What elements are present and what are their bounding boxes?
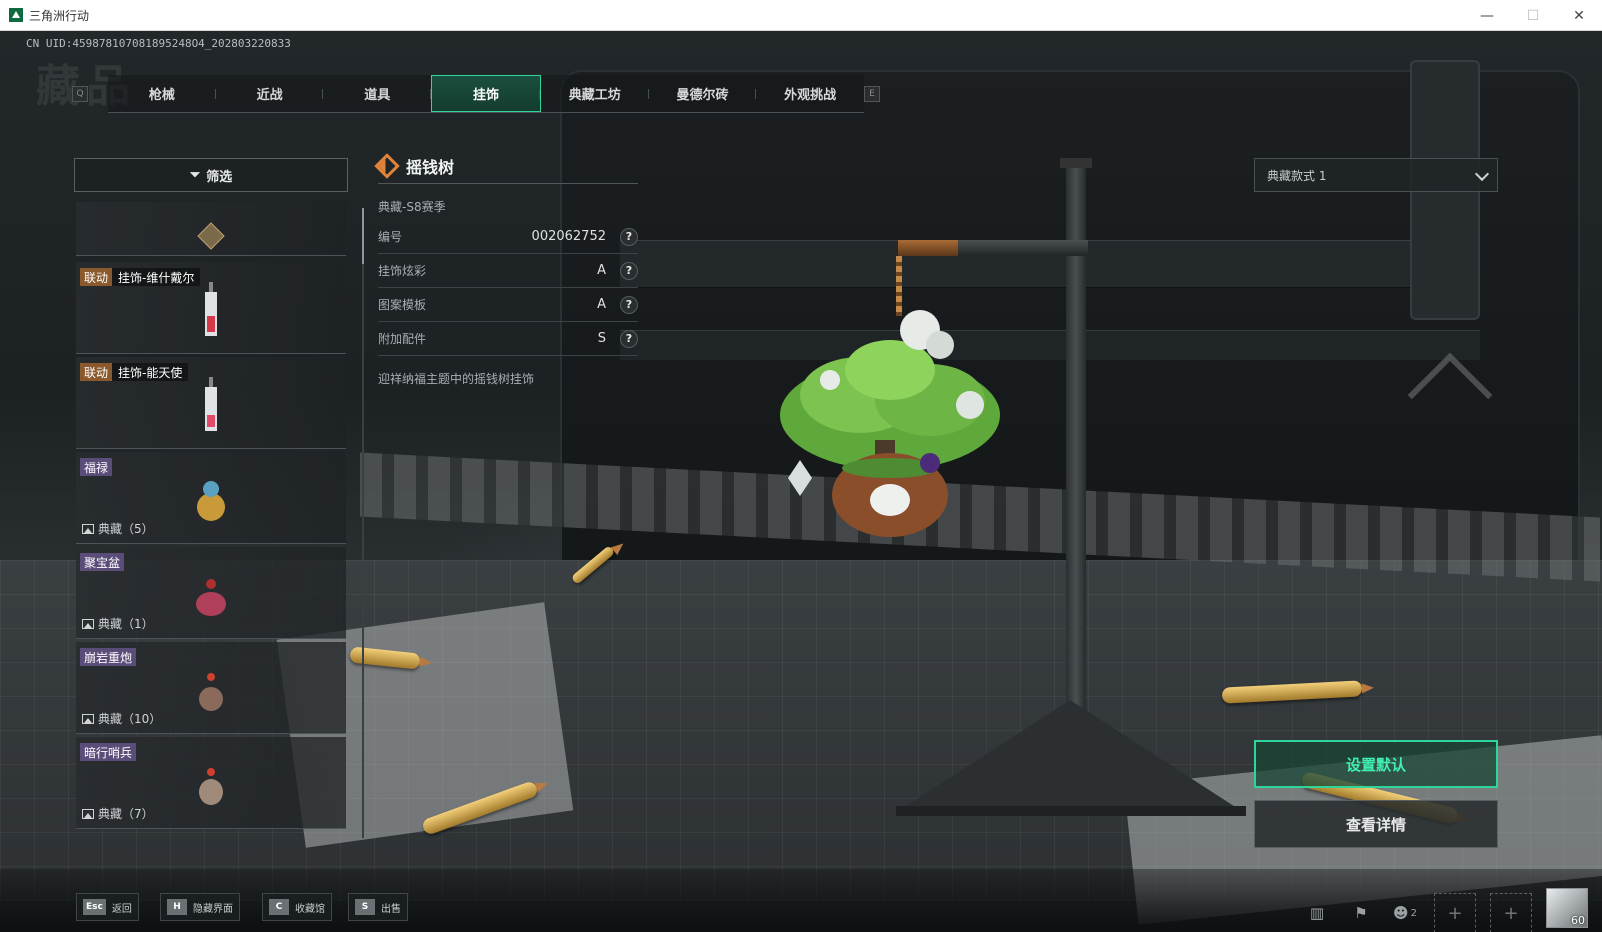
tab-melee[interactable]: 近战 xyxy=(216,75,324,112)
collab-tag: 联动 xyxy=(80,363,113,381)
charm-thumbnail xyxy=(194,375,228,435)
party-count: 2 xyxy=(1410,907,1417,919)
stats-icon[interactable]: ▥ xyxy=(1302,898,1332,928)
display-stand-base-edge xyxy=(896,806,1246,816)
collab-tag: 联动 xyxy=(80,268,113,286)
prev-tab-key[interactable]: Q xyxy=(72,86,88,102)
tab-mandel-bricks[interactable]: 曼德尔砖 xyxy=(649,75,757,112)
gallery-icon xyxy=(82,713,94,724)
list-item[interactable] xyxy=(76,202,346,256)
charm-name: 摇钱树 xyxy=(406,157,455,177)
flag-icon[interactable]: ⚑ xyxy=(1346,898,1376,928)
display-stand-cap xyxy=(1060,158,1092,168)
item-name: 挂饰-维什戴尔 xyxy=(112,268,201,286)
item-name: 挂饰-能天使 xyxy=(112,363,189,381)
prop-row-attachment: 附加配件 S ? xyxy=(378,322,638,356)
gallery-icon xyxy=(82,618,94,629)
item-tag: 聚宝盆 xyxy=(80,553,125,571)
keycap: H xyxy=(167,899,187,915)
collection-count: 典藏（10） xyxy=(82,710,161,727)
filter-icon: ⏷ xyxy=(189,167,201,183)
add-teammate-slot[interactable]: + xyxy=(1490,893,1532,932)
hint-hide-ui[interactable]: H 隐藏界面 xyxy=(160,893,240,921)
charm-list: 联动 挂饰-维什戴尔 联动 挂饰-能天使 福禄 典藏（5） 聚宝盆 典藏（1） xyxy=(76,202,346,842)
charm-thumbnail xyxy=(194,206,228,266)
style-dropdown-value: 典藏款式 1 xyxy=(1267,168,1327,183)
uid-text: CN UID:459878107081895248O4_202803220833 xyxy=(26,37,291,50)
keycap: C xyxy=(269,899,289,915)
window-titlebar: 三角洲行动 — ☐ ✕ xyxy=(0,0,1602,31)
list-item[interactable]: 崩岩重炮 典藏（10） xyxy=(76,642,346,734)
app-logo-icon xyxy=(9,8,23,22)
list-scrollbar-track[interactable] xyxy=(362,208,364,838)
charm-detail-panel: 摇钱树 典藏-S8赛季 编号 002062752 ? 挂饰炫彩 A ? 图案模板… xyxy=(374,148,638,387)
maximize-button[interactable]: ☐ xyxy=(1510,0,1556,31)
player-level: 60 xyxy=(1571,914,1585,927)
close-button[interactable]: ✕ xyxy=(1556,0,1602,31)
collection-count: 典藏（1） xyxy=(82,615,154,632)
help-icon[interactable]: ? xyxy=(620,227,638,246)
season-label: 典藏-S8赛季 xyxy=(378,200,446,214)
tab-collection-workshop[interactable]: 典藏工坊 xyxy=(541,75,649,112)
collection-count: 典藏（5） xyxy=(82,520,154,537)
keycap: S xyxy=(355,899,375,915)
list-item[interactable]: 联动 挂饰-能天使 xyxy=(76,357,346,449)
gallery-icon xyxy=(82,808,94,819)
bottom-right-icons: ▥ ⚑ ☻ 2 + + xyxy=(1302,893,1532,932)
charm-thumbnail xyxy=(194,755,228,815)
background-case-rib xyxy=(620,330,1480,360)
money-tree-charm-model[interactable] xyxy=(770,300,1010,550)
tab-appearance-challenge[interactable]: 外观挑战 xyxy=(756,75,864,112)
charm-thumbnail xyxy=(194,470,228,530)
next-tab-key[interactable]: E xyxy=(864,86,880,102)
chevron-down-icon xyxy=(1474,166,1490,182)
item-tag: 福禄 xyxy=(80,458,113,476)
hint-sell[interactable]: S 出售 xyxy=(348,893,408,921)
prop-row-color: 挂饰炫彩 A ? xyxy=(378,254,638,288)
prop-row-pattern: 图案模板 A ? xyxy=(378,288,638,322)
collection-count: 典藏（7） xyxy=(82,805,154,822)
list-item[interactable]: 暗行哨兵 典藏（7） xyxy=(76,737,346,829)
rarity-diamond-icon xyxy=(374,152,400,179)
charm-thumbnail xyxy=(194,280,228,340)
hint-collection[interactable]: C 收藏馆 xyxy=(262,893,332,921)
display-stand-arm-tip xyxy=(898,240,958,256)
window-controls: — ☐ ✕ xyxy=(1464,0,1602,31)
tab-items[interactable]: 道具 xyxy=(323,75,431,112)
window-title: 三角洲行动 xyxy=(29,8,90,23)
category-tabs: 枪械 近战 道具 挂饰 典藏工坊 曼德尔砖 外观挑战 xyxy=(108,75,864,113)
filter-button[interactable]: ⏷ 筛选 xyxy=(74,158,348,192)
filter-label: 筛选 xyxy=(206,169,233,185)
list-item[interactable]: 联动 挂饰-维什戴尔 xyxy=(76,262,346,354)
display-stand-base xyxy=(900,700,1240,810)
item-tag: 暗行哨兵 xyxy=(80,743,137,761)
keycap: Esc xyxy=(83,899,106,915)
prop-row-serial: 编号 002062752 ? xyxy=(378,220,638,254)
list-scrollbar-thumb[interactable] xyxy=(362,208,364,264)
category-tabbar: Q 枪械 近战 道具 挂饰 典藏工坊 曼德尔砖 外观挑战 E xyxy=(72,75,920,113)
style-dropdown[interactable]: 典藏款式 1 xyxy=(1254,158,1498,192)
add-teammate-slot[interactable]: + xyxy=(1434,893,1476,932)
avatar[interactable]: 60 xyxy=(1546,888,1588,928)
help-icon[interactable]: ? xyxy=(620,329,638,348)
hint-back[interactable]: Esc 返回 xyxy=(76,893,139,921)
view-details-button[interactable]: 查看详情 xyxy=(1254,800,1498,848)
minimize-button[interactable]: — xyxy=(1464,0,1510,31)
gallery-icon xyxy=(82,523,94,534)
list-item[interactable]: 福禄 典藏（5） xyxy=(76,452,346,544)
tab-guns[interactable]: 枪械 xyxy=(108,75,216,112)
list-item[interactable]: 聚宝盆 典藏（1） xyxy=(76,547,346,639)
charm-description: 迎祥纳福主题中的摇钱树挂饰 xyxy=(378,372,535,386)
help-icon[interactable]: ? xyxy=(620,295,638,314)
person-icon: ☻ xyxy=(1392,904,1409,922)
detail-header: 摇钱树 xyxy=(374,148,638,184)
charm-thumbnail xyxy=(194,660,228,720)
help-icon[interactable]: ? xyxy=(620,261,638,280)
item-tag: 崩岩重炮 xyxy=(80,648,137,666)
set-default-button[interactable]: 设置默认 xyxy=(1254,740,1498,788)
charm-thumbnail xyxy=(194,565,228,625)
party-icon[interactable]: ☻ 2 xyxy=(1390,898,1420,928)
tab-charms[interactable]: 挂饰 xyxy=(431,75,541,112)
